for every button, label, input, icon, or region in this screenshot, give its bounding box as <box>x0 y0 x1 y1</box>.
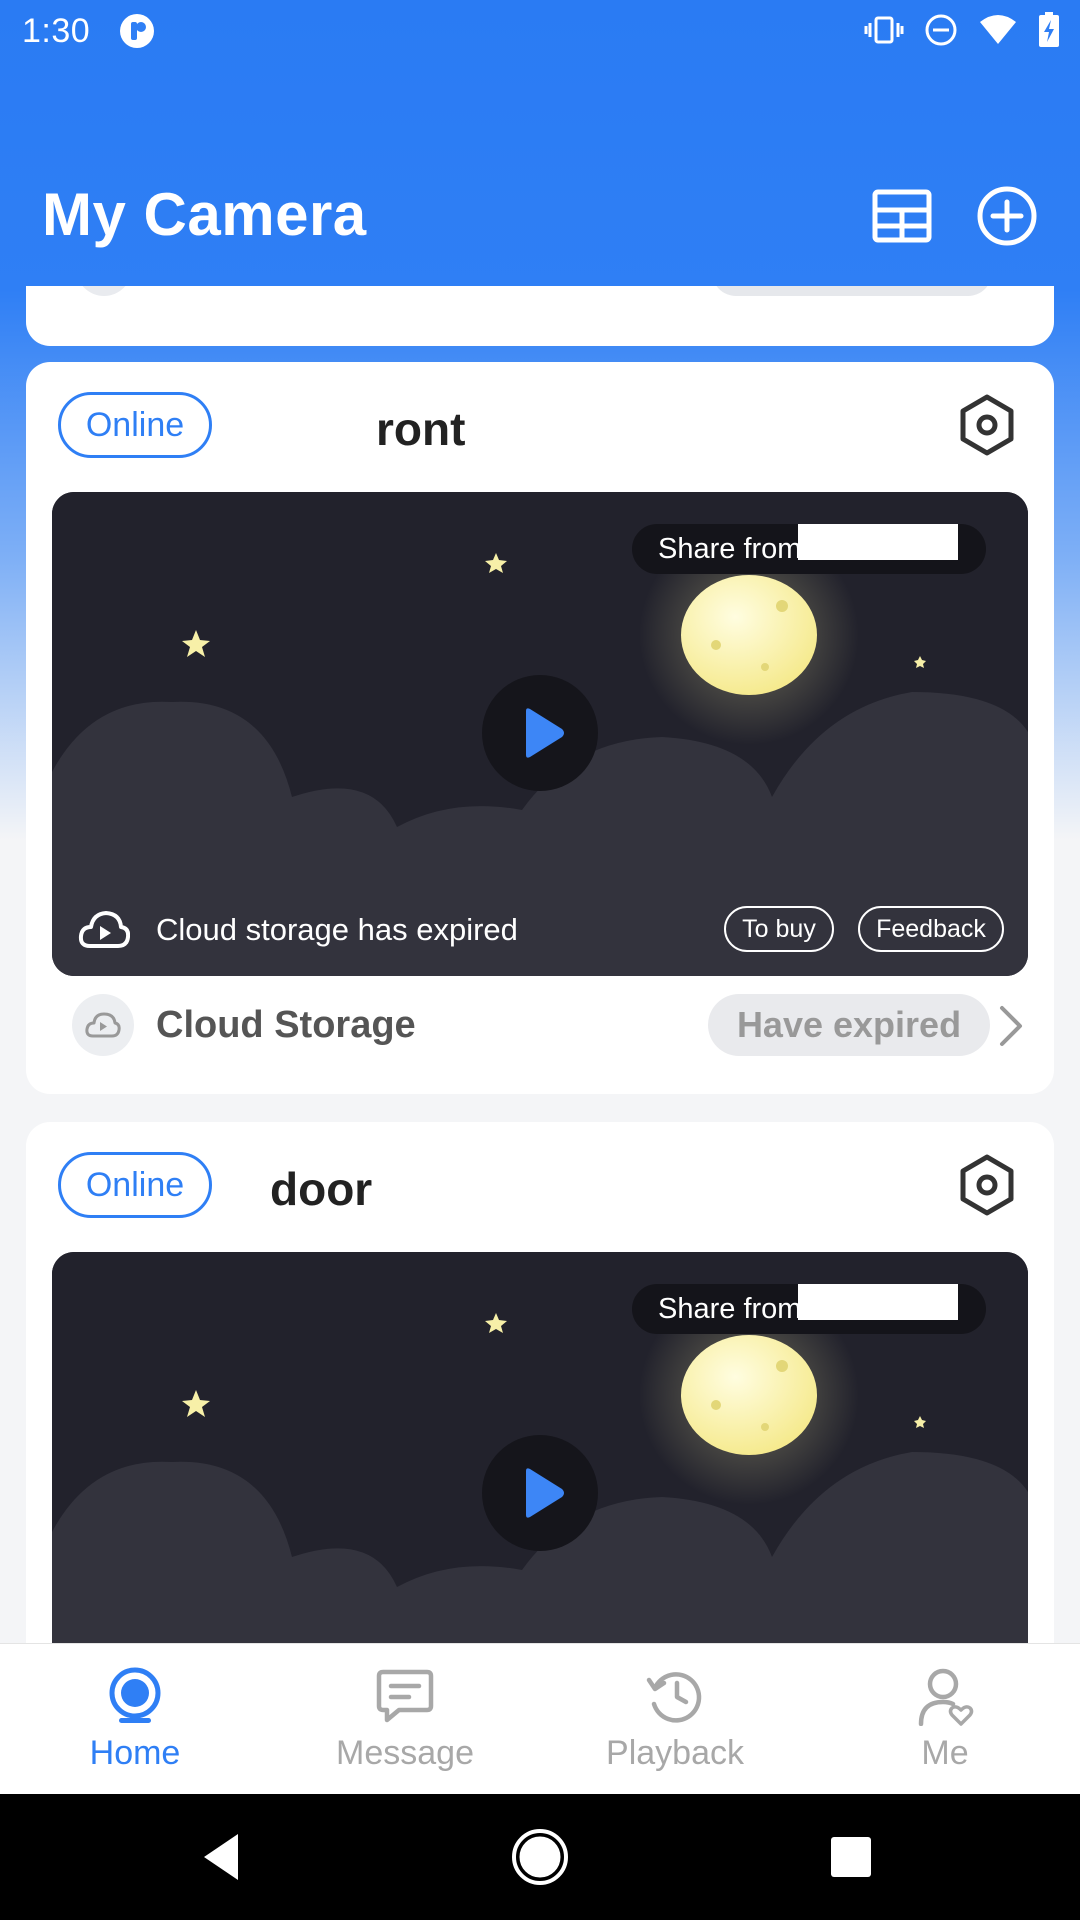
bottom-navigation: Home Message Playback Me <box>0 1643 1080 1794</box>
grid-view-button[interactable] <box>870 184 934 248</box>
status-bar: 1:30 <box>0 0 1080 64</box>
nav-message[interactable]: Message <box>270 1644 540 1795</box>
camera-card[interactable]: Online ront Share from Cloud storage has… <box>26 362 1054 1094</box>
play-button[interactable] <box>482 1435 598 1551</box>
feedback-button[interactable]: Feedback <box>858 906 1004 952</box>
profile-icon <box>918 1668 974 1726</box>
cloud-storage-label: Cloud Storage <box>156 1004 416 1046</box>
camera-name: door <box>270 1163 373 1215</box>
do-not-disturb-icon <box>925 14 957 46</box>
camera-settings-button[interactable] <box>954 392 1020 458</box>
nav-me[interactable]: Me <box>810 1644 1080 1795</box>
cloud-expired-banner: Cloud storage has expired To buy Feedbac… <box>76 906 1016 958</box>
camera-settings-button[interactable] <box>954 1152 1020 1218</box>
camera-list[interactable]: Online ront Share from Cloud storage has… <box>0 286 1080 1643</box>
system-recents-button[interactable] <box>818 1824 884 1890</box>
system-navigation-bar <box>0 1794 1080 1920</box>
add-device-icon <box>977 186 1037 246</box>
add-device-button[interactable] <box>975 184 1039 248</box>
wifi-icon <box>980 15 1016 44</box>
recents-icon <box>831 1837 871 1877</box>
nav-home[interactable]: Home <box>0 1644 270 1795</box>
system-home-button[interactable] <box>507 1824 573 1890</box>
message-icon <box>376 1669 434 1723</box>
online-status-badge: Online <box>58 392 212 458</box>
vibrate-icon <box>864 16 904 44</box>
nav-home-label: Home <box>89 1734 181 1772</box>
camera-card-partial <box>26 286 1054 346</box>
camera-preview[interactable]: Share from Cloud storage has expired To … <box>52 492 1028 976</box>
settings-hexagon-icon <box>960 394 1014 456</box>
chevron-right-icon <box>1000 1006 1022 1046</box>
system-back-button[interactable] <box>192 1824 258 1890</box>
cloud-storage-row[interactable]: Cloud Storage Have expired <box>26 982 1054 1068</box>
play-icon <box>526 708 564 758</box>
to-buy-button[interactable]: To buy <box>724 906 834 952</box>
camera-preview[interactable]: Share from <box>52 1252 1028 1643</box>
nav-me-label: Me <box>921 1734 969 1772</box>
nav-playback-label: Playback <box>606 1734 744 1772</box>
nav-message-label: Message <box>336 1734 474 1772</box>
status-time: 1:30 <box>22 12 91 50</box>
playback-history-icon <box>646 1672 702 1723</box>
redacted-text <box>798 1284 958 1320</box>
online-status-badge: Online <box>58 1152 212 1218</box>
app-notification-icon <box>120 14 154 48</box>
camera-name: ront <box>376 403 466 455</box>
nav-playback[interactable]: Playback <box>540 1644 810 1795</box>
home-icon <box>512 1829 568 1885</box>
battery-charging-icon <box>1039 12 1059 47</box>
play-icon <box>526 1468 564 1518</box>
grid-view-icon <box>872 189 932 243</box>
back-icon <box>204 1834 238 1880</box>
cloud-play-icon <box>78 911 130 948</box>
cloud-storage-status-badge: Have expired <box>708 994 990 1056</box>
home-camera-icon <box>109 1667 161 1723</box>
redacted-text <box>798 524 958 560</box>
camera-card[interactable]: Online door Share from <box>26 1122 1054 1643</box>
cloud-play-icon <box>85 1012 121 1038</box>
cloud-storage-icon-wrap <box>72 994 134 1056</box>
page-title: My Camera <box>42 181 367 248</box>
cloud-expired-text: Cloud storage has expired <box>156 912 518 947</box>
play-button[interactable] <box>482 675 598 791</box>
settings-hexagon-icon <box>960 1154 1014 1216</box>
